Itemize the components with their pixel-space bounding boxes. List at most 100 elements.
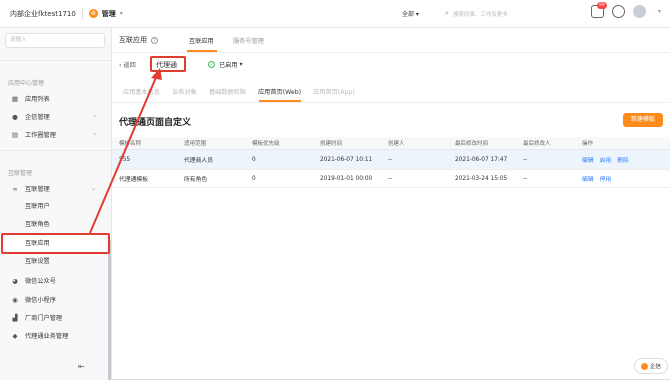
header-cell: 适用范围 [184, 141, 207, 147]
sidebar-subitem-roles[interactable]: 互联角色 [0, 217, 106, 232]
sidebar-item-vendor-portal[interactable]: ▟ 厂商门户管理 [0, 310, 106, 325]
sidebar-group-label: 互联管理 [8, 170, 33, 177]
top-icons: 99 ▾ [591, 2, 661, 18]
section-title: 代理通页面自定义 [119, 118, 192, 128]
sidebar-item-label: 微信公众号 [25, 278, 56, 285]
subtab-data-permission[interactable]: 基础数据权限 [209, 87, 246, 96]
chat-icon: ● [12, 112, 18, 121]
delete-link[interactable]: 删除 [617, 155, 629, 164]
tab-interconnect-apps[interactable]: 互联应用 [189, 36, 214, 45]
check-circle-icon: ✓ [208, 61, 215, 68]
divider [0, 60, 111, 61]
sidebar-item-label: 厂商门户管理 [25, 315, 63, 322]
miniapp-icon: ◉ [12, 295, 18, 304]
wechat-icon: ◕ [12, 276, 18, 285]
sidebar-group-label: 应用中心管理 [8, 80, 45, 87]
chevron-down-icon[interactable]: ▾ [120, 10, 123, 17]
table-row[interactable]: 555 代理商人员 0 2021-06-07 10:11 -- 2021-06-… [112, 150, 670, 170]
avatar-chevron-icon[interactable]: ▾ [658, 8, 661, 15]
help-icon[interactable]: ? [151, 36, 158, 44]
divider [112, 102, 670, 103]
cell-creator: -- [388, 175, 393, 182]
sidebar-item-miniapp[interactable]: ◉ 微信小程序 [0, 292, 106, 307]
floating-chat-button[interactable]: 企信 [634, 358, 668, 374]
main-content: 互联应用? 互联应用 服务号管理 ‹ 返回 代理通 ✓ 已启用 ▾ 应用基本信息 … [112, 28, 670, 380]
portal-icon: ▟ [12, 313, 18, 322]
status-text: 已启用 [219, 62, 238, 69]
chat-bubble-icon [640, 362, 648, 370]
search-icon: ⌕ [445, 9, 449, 17]
new-template-button[interactable]: 新建模板 [623, 113, 663, 127]
edit-link[interactable]: 编辑 [582, 155, 594, 164]
header-cell: 模板优先级 [252, 141, 280, 147]
back-button[interactable]: ‹ 返回 [119, 60, 136, 69]
search-scope-label: 全部 [402, 11, 415, 18]
cell-scope: 所有角色 [184, 177, 208, 183]
sidebar-item-label: 代理通业务管理 [25, 333, 69, 340]
cell-actions: 编辑 启用 删除 [582, 150, 635, 169]
page-title: 互联应用? [119, 35, 158, 45]
subtab-home-app[interactable]: 应用首页(App) [313, 87, 355, 96]
status-badge[interactable]: ✓ 已启用 ▾ [208, 60, 243, 69]
subtab-basic-info[interactable]: 应用基本信息 [123, 87, 160, 96]
subtab-business-objects[interactable]: 业务对象 [172, 87, 197, 96]
table-header: 模板名称 适用范围 模板优先级 创建时间 创建人 最后修改时间 最后修改人 操作 [112, 137, 670, 150]
notification-icon[interactable]: 99 [591, 2, 607, 18]
sidebar-item-label: 工作圈管理 [25, 132, 56, 139]
grid-icon: ▦ [11, 94, 19, 103]
header-cell: 创建时间 [320, 141, 343, 147]
search-scope-select[interactable]: 全部 ▾ [402, 9, 419, 18]
table-row[interactable]: 代理通模板 所有角色 0 2019-01-01 00:00 -- 2021-03… [112, 170, 670, 188]
sidebar-item-interconnect[interactable]: ∞ 互联管理 ⌄ [0, 181, 106, 196]
tab-service-account[interactable]: 服务号管理 [233, 36, 264, 45]
top-bar: 内部企业fktest1710 ⚙ 管理 ▾ [0, 0, 670, 28]
global-search-input[interactable]: ⌕ 搜索同事、工作及更多 [441, 6, 556, 21]
subtab-bar: 应用基本信息 业务对象 基础数据权限 应用首页(Web) 应用首页(App) [123, 87, 367, 96]
disable-link[interactable]: 停用 [600, 174, 612, 183]
collapse-sidebar-icon[interactable]: ⇤ [78, 362, 85, 371]
sidebar-item-chat-manage[interactable]: ● 企信管理 › [0, 109, 106, 124]
chevron-down-icon: ⌄ [90, 185, 96, 192]
sidebar-item-wechat-official[interactable]: ◕ 微信公众号 [0, 273, 106, 288]
company-name[interactable]: 内部企业fktest1710 [10, 9, 76, 19]
notification-badge: 99 [597, 2, 607, 9]
annotation-box-app-name [150, 56, 186, 72]
enable-link[interactable]: 启用 [600, 155, 612, 164]
cell-created: 2019-01-01 00:00 [320, 175, 373, 182]
subtab-home-web[interactable]: 应用首页(Web) [258, 87, 301, 96]
cell-modified: 2021-06-07 17:47 [455, 156, 508, 163]
sidebar-item-app-list[interactable]: ▦ 应用列表 [0, 91, 106, 106]
sidebar-item-workcircle[interactable]: ▤ 工作圈管理 › [0, 127, 106, 142]
sidebar-item-label: 企信管理 [25, 114, 50, 121]
sidebar-search-input[interactable]: 请输入 [5, 33, 105, 48]
floating-chat-label: 企信 [649, 364, 661, 370]
manage-menu[interactable]: 管理 [102, 9, 116, 19]
cell-priority: 0 [252, 175, 256, 182]
sidebar-item-agent-biz[interactable]: ◆ 代理通业务管理 [0, 328, 106, 343]
cell-modified: 2021-03-24 15:05 [455, 175, 508, 182]
header-cell: 操作 [582, 141, 594, 147]
avatar[interactable] [633, 5, 646, 18]
header-cell: 最后修改人 [523, 141, 551, 147]
annotation-box-sidebar [1, 233, 110, 254]
sidebar-scrollbar[interactable] [108, 240, 111, 380]
sidebar-subitem-users[interactable]: 互联用户 [0, 199, 106, 214]
header-cell: 最后修改时间 [455, 141, 489, 147]
cell-scope: 代理商人员 [184, 158, 213, 164]
sidebar-subitem-settings[interactable]: 互联设置 [0, 254, 106, 269]
page-title-text: 互联应用 [119, 36, 147, 44]
edit-link[interactable]: 编辑 [582, 174, 594, 183]
cell-creator: -- [388, 156, 393, 163]
divider [112, 52, 670, 53]
cell-created: 2021-06-07 10:11 [320, 156, 373, 163]
sidebar-item-label: 互联管理 [25, 186, 50, 193]
doc-icon: ▤ [11, 130, 19, 139]
search-placeholder: 搜索同事、工作及更多 [452, 11, 508, 18]
cell-actions: 编辑 停用 [582, 170, 617, 187]
cell-modifier: -- [523, 156, 528, 163]
link-icon: ∞ [12, 184, 18, 193]
chevron-right-icon: › [93, 113, 96, 120]
settings-gear-icon[interactable] [612, 5, 625, 18]
shield-icon: ◆ [12, 331, 18, 340]
header-cell: 创建人 [388, 141, 405, 147]
